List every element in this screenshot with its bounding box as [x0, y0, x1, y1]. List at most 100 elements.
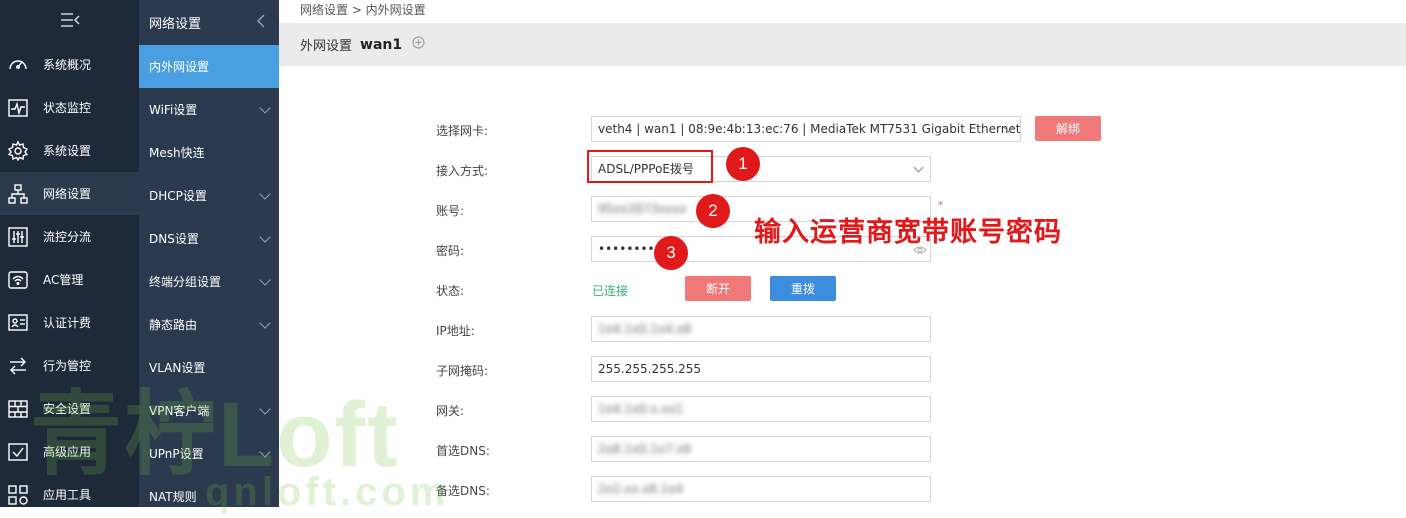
- chevron-down-icon: [259, 316, 271, 329]
- submenu-item-label: 静态路由: [149, 318, 198, 332]
- sidebar-item-label: 行为管控: [43, 359, 92, 373]
- submenu-item-label: 终端分组设置: [149, 275, 222, 289]
- step-badge-2: 2: [696, 194, 730, 228]
- gateway-value: 1x4.1x0.x.xx1: [598, 402, 684, 416]
- sidebar-item-advanced[interactable]: 高级应用: [0, 430, 139, 473]
- subnet-mask-value: 255.255.255.255: [598, 362, 702, 376]
- sidebar-item-network[interactable]: 网络设置: [0, 172, 139, 215]
- check-box-icon: [3, 430, 33, 473]
- unbind-button[interactable]: 解绑: [1035, 116, 1101, 141]
- submenu-item-mesh[interactable]: Mesh快连: [139, 131, 279, 174]
- submenu-item-nat[interactable]: NAT规则: [139, 475, 279, 518]
- chevron-down-icon: [259, 445, 271, 458]
- sidebar-item-auth[interactable]: 认证计费: [0, 301, 139, 344]
- sidebar-item-monitor[interactable]: 状态监控: [0, 86, 139, 129]
- primary-dns-field[interactable]: 2x8.1x0.1x7.x6: [591, 436, 931, 462]
- chevron-down-icon: [913, 162, 924, 173]
- account-label: 账号:: [436, 204, 465, 218]
- gateway-field[interactable]: 1x4.1x0.x.xx1: [591, 396, 931, 422]
- status-value: 已连接: [592, 284, 629, 298]
- secondary-dns-label: 备选DNS:: [436, 484, 490, 498]
- submenu-item-label: DHCP设置: [149, 189, 207, 203]
- dashboard-icon: [3, 43, 33, 86]
- chevron-down-icon: [259, 101, 271, 114]
- swap-arrows-icon: [3, 344, 33, 387]
- chevron-down-icon: [259, 230, 271, 243]
- submenu-item-label: UPnP设置: [149, 447, 204, 461]
- submenu-item-terminal-group[interactable]: 终端分组设置: [139, 260, 279, 303]
- submenu-item-label: VPN客户端: [149, 404, 210, 418]
- submenu-item-wifi[interactable]: WiFi设置: [139, 88, 279, 131]
- submenu-item-upnp[interactable]: UPnP设置: [139, 432, 279, 475]
- sidebar-collapse-button[interactable]: [0, 0, 139, 43]
- sidebar-item-label: AC管理: [43, 273, 84, 287]
- status-label: 状态:: [436, 284, 465, 298]
- chevron-left-icon[interactable]: [256, 14, 266, 32]
- network-icon: [3, 172, 33, 215]
- highlight-box: [587, 150, 713, 183]
- annotation-note: 输入运营商宽带账号密码: [754, 217, 1062, 248]
- submenu-item-label: VLAN设置: [149, 361, 206, 375]
- ip-label: IP地址:: [436, 324, 475, 338]
- interface-name: wan1: [360, 36, 403, 53]
- secondary-dns-field[interactable]: 2x2.xx.x8.1x4: [591, 476, 931, 502]
- plus-circle-icon[interactable]: [412, 36, 425, 53]
- sidebar-item-label: 认证计费: [43, 316, 92, 330]
- submenu-item-lan-wan[interactable]: 内外网设置: [139, 45, 279, 88]
- primary-dns-value: 2x8.1x0.1x7.x6: [598, 442, 692, 456]
- password-value: ••••••••: [598, 242, 655, 256]
- gear-icon: [3, 129, 33, 172]
- submenu-item-vlan[interactable]: VLAN设置: [139, 346, 279, 389]
- submenu-item-dns[interactable]: DNS设置: [139, 217, 279, 260]
- submenu-item-label: DNS设置: [149, 232, 199, 246]
- page-title: 外网设置: [300, 39, 353, 54]
- account-value: 95xx2873xxxx: [598, 202, 687, 216]
- submenu-item-label: Mesh快连: [149, 146, 205, 160]
- sidebar-item-ac[interactable]: AC管理: [0, 258, 139, 301]
- redial-button[interactable]: 重拨: [770, 276, 836, 301]
- gateway-label: 网关:: [436, 404, 465, 418]
- submenu-item-dhcp[interactable]: DHCP设置: [139, 174, 279, 217]
- wifi-ap-icon: [3, 258, 33, 301]
- chevron-down-icon: [259, 402, 271, 415]
- sidebar-item-label: 流控分流: [43, 230, 92, 244]
- nic-label: 选择网卡:: [436, 124, 489, 138]
- sidebar-item-behavior[interactable]: 行为管控: [0, 344, 139, 387]
- sidebar-item-system[interactable]: 系统设置: [0, 129, 139, 172]
- menu-collapse-icon: [59, 12, 81, 31]
- subnet-mask-label: 子网掩码:: [436, 364, 489, 378]
- submenu-item-vpn-client[interactable]: VPN客户端: [139, 389, 279, 432]
- breadcrumb: 网络设置 > 内外网设置: [279, 0, 1406, 22]
- sidebar-item-flow[interactable]: 流控分流: [0, 215, 139, 258]
- subnet-mask-field[interactable]: 255.255.255.255: [591, 356, 931, 382]
- submenu-item-label: NAT规则: [149, 490, 197, 504]
- sidebar-item-security[interactable]: 安全设置: [0, 387, 139, 430]
- main-sidebar: 系统概况 状态监控 系统设置 网络设置 流控分流 AC管理 认证计费 行为管控 …: [0, 0, 139, 507]
- submenu-item-label: WiFi设置: [149, 103, 198, 117]
- id-card-icon: [3, 301, 33, 344]
- page-title-bar: 外网设置 wan1: [279, 23, 1406, 66]
- submenu-item-label: 内外网设置: [149, 60, 210, 74]
- apps-icon: [3, 473, 33, 516]
- submenu-item-static-route[interactable]: 静态路由: [139, 303, 279, 346]
- firewall-icon: [3, 387, 33, 430]
- submenu-panel: 网络设置 内外网设置 WiFi设置 Mesh快连 DHCP设置 DNS设置 终端…: [139, 0, 279, 507]
- ip-value: 1x4.1x0.1x4.x8: [598, 322, 692, 336]
- sidebar-item-label: 系统概况: [43, 58, 92, 72]
- password-label: 密码:: [436, 244, 465, 258]
- nic-select[interactable]: veth4 | wan1 | 08:9e:4b:13:ec:76 | Media…: [591, 116, 1021, 142]
- secondary-dns-value: 2x2.xx.x8.1x4: [598, 482, 684, 496]
- disconnect-button[interactable]: 断开: [685, 276, 751, 301]
- sidebar-item-tools[interactable]: 应用工具: [0, 473, 139, 516]
- ip-field[interactable]: 1x4.1x0.1x4.x8: [591, 316, 931, 342]
- nic-select-value: veth4 | wan1 | 08:9e:4b:13:ec:76 | Media…: [598, 122, 1021, 136]
- sidebar-item-overview[interactable]: 系统概况: [0, 43, 139, 86]
- sliders-icon: [3, 215, 33, 258]
- sidebar-item-label: 应用工具: [43, 488, 92, 502]
- submenu-title: 网络设置: [149, 17, 202, 32]
- sidebar-item-label: 网络设置: [43, 187, 92, 201]
- sidebar-item-label: 系统设置: [43, 144, 92, 158]
- sidebar-item-label: 安全设置: [43, 402, 92, 416]
- chevron-down-icon: [259, 187, 271, 200]
- primary-dns-label: 首选DNS:: [436, 444, 490, 458]
